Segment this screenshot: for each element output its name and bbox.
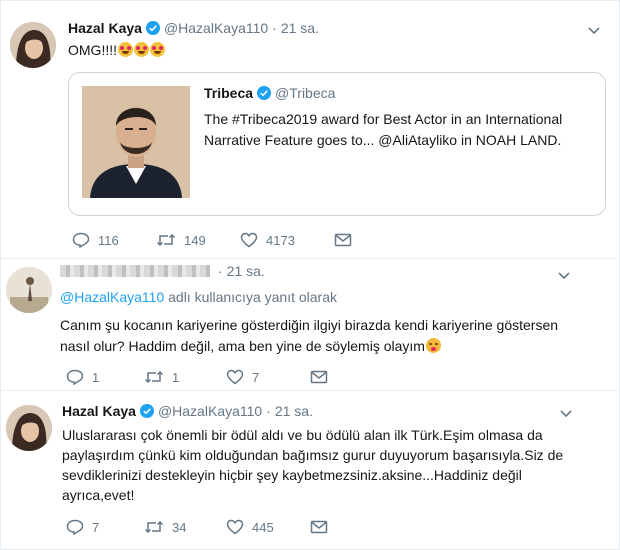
reply-icon — [66, 519, 84, 535]
envelope-icon — [310, 520, 328, 534]
retweet-count: 149 — [184, 232, 206, 248]
reply-count: 7 — [92, 519, 100, 535]
chevron-down-icon[interactable] — [558, 405, 574, 421]
replying-to-line: @HazalKaya110 adlı kullanıcıya yanıt ola… — [60, 289, 337, 305]
tweet-text: OMG!!!! — [68, 40, 165, 61]
like-count: 445 — [252, 519, 274, 535]
tweet-text: Uluslararası çok önemli bir ödül aldı ve… — [62, 427, 564, 503]
mention-link[interactable]: @HazalKaya110 — [60, 289, 164, 305]
verified-icon — [257, 86, 272, 100]
direct-message-button[interactable] — [310, 519, 336, 535]
heart-eyes-icon — [134, 42, 149, 57]
retweet-icon — [144, 520, 164, 534]
direct-message-button[interactable] — [334, 232, 360, 248]
tweet-actions: 1 1 7 — [66, 369, 336, 385]
chevron-down-icon[interactable] — [556, 267, 572, 283]
tweet-main[interactable]: Hazal Kaya @HazalKaya110 · 21 sa. OMG!!!… — [0, 0, 618, 258]
avatar-photo — [6, 267, 52, 313]
separator-dot: · — [272, 20, 277, 36]
reply-button[interactable]: 116 — [72, 232, 156, 248]
avatar[interactable] — [6, 405, 52, 451]
quoted-tweet-image[interactable] — [82, 86, 190, 198]
heart-icon — [240, 232, 258, 248]
tweet-header: Hazal Kaya @HazalKaya110 · 21 sa. — [62, 403, 313, 419]
direct-message-button[interactable] — [310, 369, 336, 385]
quoted-author-name[interactable]: Tribeca — [204, 85, 253, 101]
like-button[interactable]: 4173 — [240, 232, 334, 248]
replying-to-label: adlı kullanıcıya yanıt olarak — [168, 289, 337, 305]
tweet-header: Hazal Kaya @HazalKaya110 · 21 sa. — [68, 20, 319, 36]
retweet-icon — [144, 370, 164, 384]
like-button[interactable]: 7 — [226, 369, 310, 385]
quoted-tweet-text: The #Tribeca2019 award for Best Actor in… — [204, 111, 563, 148]
reply-button[interactable]: 7 — [66, 519, 144, 535]
verified-icon — [139, 404, 154, 418]
author-name[interactable]: Hazal Kaya — [62, 403, 136, 419]
tweet-time[interactable]: 21 sa. — [281, 20, 319, 36]
retweet-button[interactable]: 1 — [144, 369, 226, 385]
separator-dot: · — [266, 403, 271, 419]
tweet-author-reply[interactable]: Hazal Kaya @HazalKaya110 · 21 sa. Ulusla… — [0, 391, 618, 548]
heart-icon — [226, 369, 244, 385]
like-count: 4173 — [266, 232, 295, 248]
reply-icon — [72, 232, 90, 248]
tweet-time[interactable]: 21 sa. — [227, 263, 265, 279]
shushing-face-icon — [425, 338, 441, 353]
avatar[interactable] — [10, 22, 56, 68]
reply-count: 1 — [92, 369, 100, 385]
tweet-text: Canım şu kocanın kariyerine gösterdiğin … — [60, 317, 559, 354]
author-handle[interactable]: @HazalKaya110 — [158, 403, 262, 419]
retweet-button[interactable]: 34 — [144, 519, 226, 535]
retweet-button[interactable]: 149 — [156, 232, 240, 248]
tweet-header: · 21 sa. — [60, 263, 265, 279]
avatar-photo — [10, 22, 56, 68]
retweet-count: 1 — [172, 369, 180, 385]
tweet-actions: 7 34 445 — [66, 519, 336, 535]
quoted-tweet[interactable]: Tribeca @Tribeca The #Tribeca2019 award … — [68, 72, 606, 216]
envelope-icon — [310, 370, 328, 384]
envelope-icon — [334, 233, 352, 247]
verified-icon — [145, 21, 160, 35]
reply-button[interactable]: 1 — [66, 369, 144, 385]
tweet-reply[interactable]: · 21 sa. @HazalKaya110 adlı kullanıcıya … — [0, 259, 618, 390]
actor-photo — [82, 86, 190, 198]
avatar-photo — [6, 405, 52, 451]
author-handle[interactable]: @HazalKaya110 — [164, 20, 268, 36]
reply-icon — [66, 369, 84, 385]
blurred-author-name — [60, 265, 210, 277]
avatar[interactable] — [6, 267, 52, 313]
chevron-down-icon[interactable] — [586, 22, 602, 38]
author-name[interactable]: Hazal Kaya — [68, 20, 142, 36]
like-count: 7 — [252, 369, 260, 385]
retweet-icon — [156, 233, 176, 247]
heart-eyes-icon — [150, 42, 165, 57]
quoted-author-handle[interactable]: @Tribeca — [275, 85, 335, 101]
heart-eyes-icon — [118, 42, 133, 57]
tweet-actions: 116 149 4173 — [72, 232, 360, 248]
reply-count: 116 — [98, 232, 119, 248]
like-button[interactable]: 445 — [226, 519, 310, 535]
separator-dot: · — [218, 263, 223, 279]
retweet-count: 34 — [172, 519, 187, 535]
tweet-time[interactable]: 21 sa. — [275, 403, 313, 419]
quoted-tweet-header: Tribeca @Tribeca — [204, 85, 335, 101]
heart-icon — [226, 519, 244, 535]
